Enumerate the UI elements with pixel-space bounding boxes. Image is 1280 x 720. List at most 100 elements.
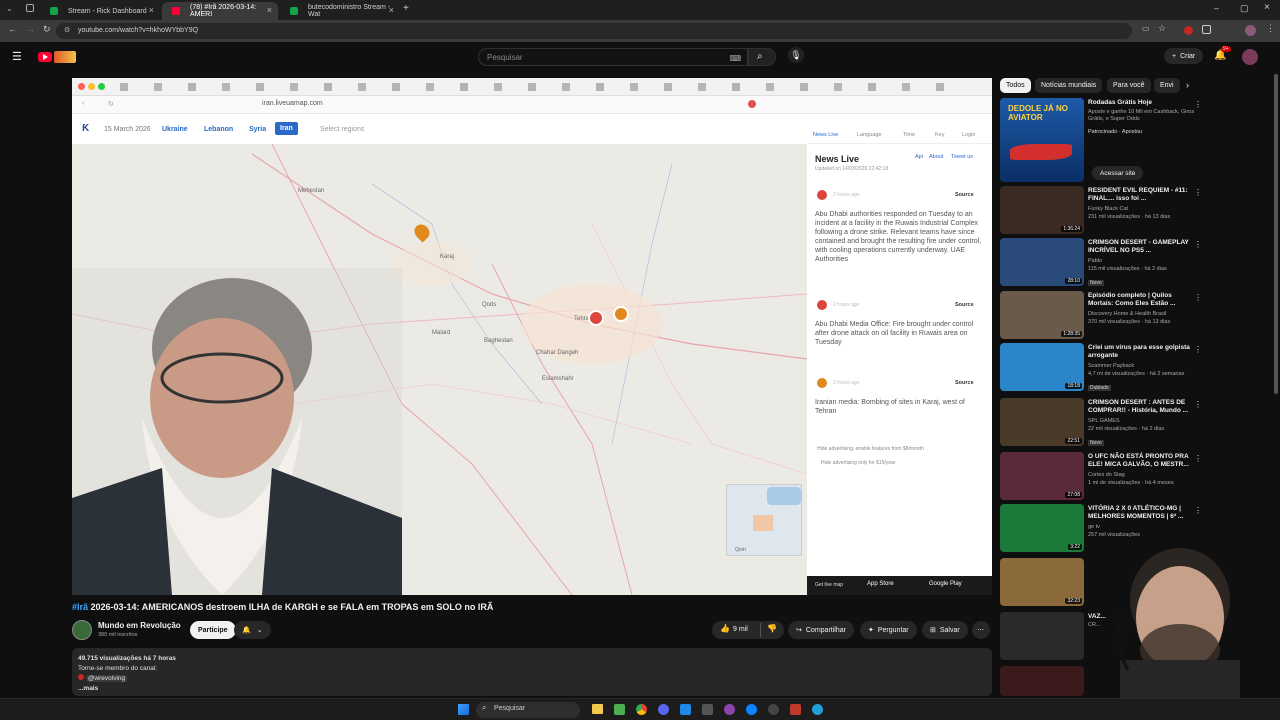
- show-more-link[interactable]: ...mais: [78, 684, 986, 694]
- chip-for-you[interactable]: Para você: [1107, 78, 1151, 93]
- share-button[interactable]: ↪ Compartilhar: [788, 621, 854, 639]
- minimize-icon[interactable]: –: [1214, 3, 1219, 13]
- recommended-video[interactable]: 27:08 O UFC NÃO ESTÁ PRONTO PRA ELE! MIC…: [1000, 452, 1202, 504]
- rec-menu-kebab-icon[interactable]: ⋮: [1194, 506, 1202, 515]
- subscribe-bell-button[interactable]: 🔔 ⌄: [234, 621, 271, 639]
- telegram-icon[interactable]: [812, 704, 823, 715]
- divider: [760, 623, 761, 637]
- dislike-icon[interactable]: 👎: [767, 624, 777, 633]
- app-icon[interactable]: [724, 704, 735, 715]
- reload-icon[interactable]: ↻: [43, 24, 51, 35]
- calculator-icon[interactable]: [680, 704, 691, 715]
- bookmark-star-icon[interactable]: ☆: [1158, 23, 1166, 34]
- new-tab-icon[interactable]: +: [403, 3, 409, 14]
- rec-menu-kebab-icon[interactable]: ⋮: [1194, 240, 1202, 249]
- video-thumbnail[interactable]: 32:23: [1000, 558, 1084, 606]
- search-button[interactable]: ⌕: [748, 48, 776, 66]
- recommended-video[interactable]: 18:18 Criei um vírus para esse golpista …: [1000, 343, 1202, 395]
- save-button[interactable]: ⊞ Salvar: [922, 621, 968, 639]
- video-thumbnail[interactable]: 18:18: [1000, 343, 1084, 391]
- video-thumbnail[interactable]: 3:22: [1000, 504, 1084, 552]
- video-thumbnail[interactable]: 1:28:35: [1000, 291, 1084, 339]
- description-box[interactable]: 49.715 visualizações há 7 horas Torne-se…: [72, 648, 992, 696]
- site-info-icon[interactable]: ⚙: [64, 23, 70, 39]
- chrome-icon[interactable]: [636, 704, 647, 715]
- duration: 1:36:24: [1061, 226, 1082, 232]
- taskbar-search[interactable]: ⌕ Pesquisar: [476, 702, 580, 718]
- rec-menu-kebab-icon[interactable]: ⋮: [1194, 345, 1202, 354]
- profile-avatar[interactable]: [1245, 25, 1256, 36]
- region-tab-syria: Syria: [249, 126, 267, 133]
- news-text: Abu Dhabi Media Office: Fire brought und…: [815, 321, 974, 346]
- discord-icon[interactable]: [658, 704, 669, 715]
- video-thumbnail[interactable]: 22:51: [1000, 398, 1084, 446]
- tab-rick-dashboard[interactable]: Stream - Rick Dashboard ×: [40, 2, 160, 20]
- video-thumbnail[interactable]: 28:10: [1000, 238, 1084, 286]
- join-button[interactable]: Participe: [190, 621, 236, 639]
- dubbed-badge: Dublado: [1088, 385, 1111, 391]
- channel-name[interactable]: Mundo em Revolução: [98, 621, 181, 630]
- rec-channel: ge tv: [1088, 524, 1100, 530]
- back-icon[interactable]: ←: [8, 24, 17, 34]
- rec-menu-kebab-icon[interactable]: ⋮: [1194, 188, 1202, 197]
- extension-icon[interactable]: [1184, 26, 1193, 35]
- cast-icon[interactable]: ▭: [1142, 24, 1150, 33]
- video-thumbnail[interactable]: [1000, 612, 1084, 660]
- channel-handle-link[interactable]: @wrevolving: [85, 675, 128, 682]
- search-input[interactable]: Pesquisar ⌨: [478, 48, 748, 66]
- recommended-video[interactable]: 22:51 CRIMSON DESERT : ANTES DE COMPRAR!…: [1000, 398, 1202, 450]
- page-scrollbar[interactable]: [1274, 74, 1278, 394]
- workspaces-icon[interactable]: [26, 4, 34, 12]
- settings-gear-icon[interactable]: [768, 704, 779, 715]
- more-actions-button[interactable]: ⋯: [972, 621, 990, 639]
- keyboard-icon[interactable]: ⌨: [729, 50, 741, 67]
- close-tab-icon[interactable]: ×: [389, 5, 394, 15]
- hamburger-menu-icon[interactable]: ☰: [12, 50, 22, 63]
- extensions-icon[interactable]: [1202, 25, 1211, 34]
- video-player[interactable]: ‹ ↻ iran.liveuamap.com Ƙ 15 March 2026 U…: [72, 78, 992, 595]
- recommended-video[interactable]: 1:36:24 RESIDENT EVIL REQUIEM - #11: FIN…: [1000, 186, 1202, 238]
- microphone-icon[interactable]: 🎙: [788, 47, 804, 63]
- recommended-video[interactable]: 1:28:35 Episódio completo | Quilos Morta…: [1000, 291, 1202, 343]
- video-thumbnail[interactable]: 1:36:24: [1000, 186, 1084, 234]
- tab-search-icon[interactable]: ⌄: [6, 4, 13, 13]
- rec-menu-kebab-icon[interactable]: ⋮: [1194, 400, 1202, 409]
- close-tab-icon[interactable]: ×: [267, 5, 272, 15]
- map-place-label: Chahar Dangeh: [536, 350, 579, 356]
- rec-menu-kebab-icon[interactable]: ⋮: [1194, 454, 1202, 463]
- channel-avatar[interactable]: [72, 620, 92, 640]
- youtube-logo[interactable]: [38, 51, 76, 63]
- rec-menu-kebab-icon[interactable]: ⋮: [1194, 293, 1202, 302]
- visit-site-button[interactable]: Acessar site: [1092, 166, 1144, 180]
- app-icon[interactable]: [702, 704, 713, 715]
- chevron-right-icon[interactable]: ›: [1186, 80, 1189, 90]
- windows-start-icon[interactable]: [458, 704, 469, 715]
- video-thumbnail[interactable]: 27:08: [1000, 452, 1084, 500]
- tab-youtube-video[interactable]: (78) #Irã 2026-03-14: AMERI ×: [162, 2, 278, 20]
- chip-sent[interactable]: Envi: [1154, 78, 1180, 93]
- store-icon[interactable]: [614, 704, 625, 715]
- address-bar[interactable]: ⚙ youtube.com/watch?v=hkhoWYbbY9Q: [56, 23, 1132, 39]
- tab-butecodoministro[interactable]: butecodoministro Stream - Wat ×: [280, 2, 400, 20]
- video-thumbnail[interactable]: [1000, 666, 1084, 696]
- close-dot-icon: [78, 83, 85, 90]
- maximize-icon[interactable]: ▢: [1240, 3, 1249, 14]
- ad-thumbnail[interactable]: DEDOLE JÁ NO AVIATOR: [1000, 98, 1084, 182]
- close-window-icon[interactable]: ×: [1264, 2, 1270, 13]
- app-icon[interactable]: [790, 704, 801, 715]
- like-icon[interactable]: 👍: [720, 624, 730, 633]
- account-avatar[interactable]: [1242, 49, 1258, 65]
- sponsored-ad[interactable]: DEDOLE JÁ NO AVIATOR Rodadas Grátis Hoje…: [1000, 98, 1202, 184]
- chip-world-news[interactable]: Notícias mundiais: [1035, 78, 1103, 93]
- close-tab-icon[interactable]: ×: [149, 5, 154, 15]
- title-hashtag[interactable]: #Irã: [72, 602, 88, 612]
- chip-all[interactable]: Todos: [1000, 78, 1031, 93]
- forward-icon[interactable]: →: [26, 24, 35, 34]
- file-explorer-icon[interactable]: [592, 704, 603, 714]
- create-button[interactable]: + Criar: [1164, 48, 1204, 64]
- ask-button[interactable]: ✦ Perguntar: [860, 621, 917, 639]
- menu-kebab-icon[interactable]: ⋮: [1266, 23, 1275, 34]
- edge-icon[interactable]: [746, 704, 757, 715]
- recommended-video[interactable]: 28:10 CRIMSON DESERT - GAMEPLAY INCRÍVEL…: [1000, 238, 1202, 290]
- ad-menu-kebab-icon[interactable]: ⋮: [1194, 100, 1202, 109]
